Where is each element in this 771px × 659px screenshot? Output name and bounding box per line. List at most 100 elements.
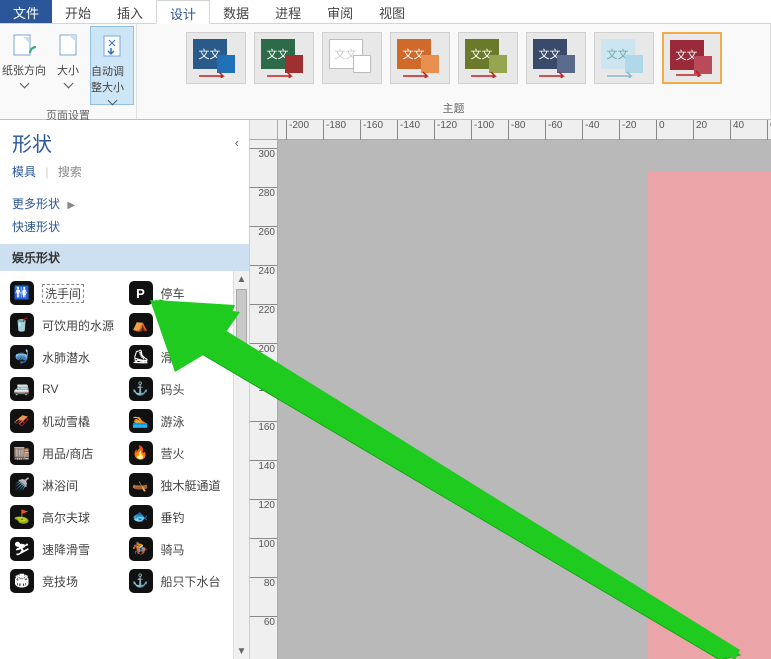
- shape-item-store[interactable]: 🏬用品/商店: [8, 437, 127, 469]
- shapes-list: 🚻洗手间P停车 🥤 可饮用的水源 ⛺野营🤿水肺潜水⛸ 滑冰 🚐RV⚓码头🛷机动雪橇🏊游泳🏬…: [0, 271, 249, 603]
- ruler-h-tick: -140: [397, 120, 420, 140]
- theme-swatch-5[interactable]: 文文: [458, 32, 518, 84]
- shape-item-label: 停车: [161, 285, 185, 302]
- shape-item-arena[interactable]: 🏟竞技场: [8, 565, 127, 597]
- canvas-page[interactable]: [648, 172, 771, 659]
- theme-arrow-icon: [197, 70, 227, 78]
- category-header[interactable]: 娱乐形状: [0, 244, 249, 271]
- horse-icon: 🏇: [129, 537, 153, 561]
- theme-swatch-4[interactable]: 文文: [390, 32, 450, 84]
- tab-file[interactable]: 文件: [0, 0, 52, 23]
- shape-item-label: 竞技场: [42, 573, 78, 590]
- tab-process[interactable]: 进程: [262, 0, 314, 23]
- ski-icon: ⛷: [10, 537, 34, 561]
- scroll-up-icon[interactable]: ▲: [234, 271, 249, 287]
- theme-arrow-icon: [265, 70, 295, 78]
- tab-stencils[interactable]: 模具: [12, 165, 36, 179]
- collapse-panel-button[interactable]: ‹: [235, 135, 239, 150]
- shape-item-restroom[interactable]: 🚻洗手间: [8, 277, 127, 309]
- shape-item-label: 营火: [161, 445, 185, 462]
- shape-item-canoe[interactable]: 🛶独木艇通道: [127, 469, 246, 501]
- theme-swatch-2[interactable]: 文文: [254, 32, 314, 84]
- theme-swatch-1[interactable]: 文文: [186, 32, 246, 84]
- shape-item-ski[interactable]: ⛷ 速降滑雪: [8, 533, 127, 565]
- theme-arrow-icon: [401, 70, 431, 78]
- autosize-button[interactable]: 自动调整大小: [90, 26, 134, 105]
- shape-item-P[interactable]: P停车: [127, 277, 246, 309]
- themes-gallery[interactable]: 文文 文文 文文 文文 文文: [178, 26, 730, 98]
- main-area: 形状 ‹ 模具 | 搜索 更多形状 ▶ 快速形状 娱乐形状 🚻洗手间P停车🥤可饮…: [0, 120, 771, 659]
- shape-item-horse[interactable]: 🏇 骑马: [127, 533, 246, 565]
- size-label: 大小: [57, 62, 79, 78]
- ruler-v-tick: 120: [250, 499, 277, 511]
- ruler-vertical: 3002802602402202001801601401201008060: [250, 140, 278, 659]
- tab-view[interactable]: 视图: [366, 0, 418, 23]
- ruler-h-tick: -20: [619, 120, 636, 140]
- shape-item-snowmobile[interactable]: 🛷机动雪橇: [8, 405, 127, 437]
- shape-item-label: 高尔夫球: [42, 509, 90, 526]
- ruler-horizontal: -200-180-160-140-120-100-80-60-40-200204…: [278, 120, 771, 140]
- fish-icon: 🐟: [129, 505, 153, 529]
- shape-item-label: 可饮用的水源: [42, 317, 114, 334]
- shape-item-golf[interactable]: ⛳高尔夫球: [8, 501, 127, 533]
- shape-item-tent[interactable]: ⛺野营: [127, 309, 246, 341]
- shape-item-anchor[interactable]: ⚓码头: [127, 373, 246, 405]
- anchor-icon: ⚓: [129, 377, 153, 401]
- quick-shapes-link[interactable]: 快速形状: [12, 215, 237, 238]
- tab-insert[interactable]: 插入: [104, 0, 156, 23]
- scroll-down-icon[interactable]: ▼: [234, 643, 249, 659]
- theme-swatch-8[interactable]: 文文: [662, 32, 722, 84]
- shapes-panel: 形状 ‹ 模具 | 搜索 更多形状 ▶ 快速形状 娱乐形状 🚻洗手间P停车🥤可饮…: [0, 120, 250, 659]
- shapes-scrollbar[interactable]: ▲ ▼: [233, 271, 249, 659]
- ruler-h-tick: 40: [730, 120, 744, 140]
- shower-icon: 🚿: [10, 473, 34, 497]
- shape-item-dock[interactable]: ⚓船只下水台: [127, 565, 246, 597]
- shape-item-label: 独木艇通道: [161, 477, 221, 494]
- ruler-v-tick: 80: [250, 577, 277, 589]
- tab-data[interactable]: 数据: [210, 0, 262, 23]
- shape-item-shower[interactable]: 🚿淋浴间: [8, 469, 127, 501]
- ribbon-tabs: 文件 开始 插入 设计 数据 进程 审阅 视图: [0, 0, 771, 24]
- ruler-h-tick: -120: [434, 120, 457, 140]
- shape-item-fish[interactable]: 🐟垂钓: [127, 501, 246, 533]
- shape-item-swim[interactable]: 🏊游泳: [127, 405, 246, 437]
- skate-icon: ⛸: [129, 345, 153, 369]
- ruler-v-tick: 260: [250, 226, 277, 238]
- orientation-button[interactable]: 纸张方向: [2, 26, 46, 87]
- more-shapes-link[interactable]: 更多形状 ▶: [12, 192, 237, 215]
- shape-item-label: RV: [42, 382, 58, 396]
- shape-item-label: 野营: [161, 317, 185, 334]
- shape-item-diver[interactable]: 🤿水肺潜水: [8, 341, 127, 373]
- shape-item-skate[interactable]: ⛸ 滑冰: [127, 341, 246, 373]
- ruler-h-tick: 20: [693, 120, 707, 140]
- scroll-thumb[interactable]: [236, 289, 247, 359]
- shape-item-label: 用品/商店: [42, 445, 93, 462]
- ruler-h-tick: -100: [471, 120, 494, 140]
- ruler-h-tick: -60: [545, 120, 562, 140]
- shape-item-label: 骑马: [161, 541, 185, 558]
- shape-item-rv[interactable]: 🚐RV: [8, 373, 127, 405]
- ruler-h-tick: -40: [582, 120, 599, 140]
- tab-home[interactable]: 开始: [52, 0, 104, 23]
- ruler-v-tick: 300: [250, 148, 277, 160]
- theme-swatch-6[interactable]: 文文: [526, 32, 586, 84]
- tab-design[interactable]: 设计: [156, 0, 210, 24]
- shape-item-cup[interactable]: 🥤 可饮用的水源: [8, 309, 127, 341]
- canvas[interactable]: -200-180-160-140-120-100-80-60-40-200204…: [250, 120, 771, 659]
- theme-swatch-3[interactable]: 文文: [322, 32, 382, 84]
- themes-label: 主题: [139, 98, 768, 119]
- theme-arrow-icon: [674, 69, 704, 77]
- ruler-v-tick: 60: [250, 616, 277, 628]
- size-button[interactable]: 大小: [46, 26, 90, 87]
- ruler-v-tick: 280: [250, 187, 277, 199]
- theme-arrow-icon: [605, 70, 635, 78]
- shape-item-fire[interactable]: 🔥营火: [127, 437, 246, 469]
- cup-icon: 🥤: [10, 313, 34, 337]
- autosize-icon: [96, 31, 128, 63]
- theme-swatch-7[interactable]: 文文: [594, 32, 654, 84]
- orientation-icon: [8, 30, 40, 62]
- shape-item-label: 速降滑雪: [42, 541, 90, 558]
- tab-search[interactable]: 搜索: [58, 165, 82, 179]
- shape-item-label: 滑冰: [161, 349, 185, 366]
- tab-review[interactable]: 审阅: [314, 0, 366, 23]
